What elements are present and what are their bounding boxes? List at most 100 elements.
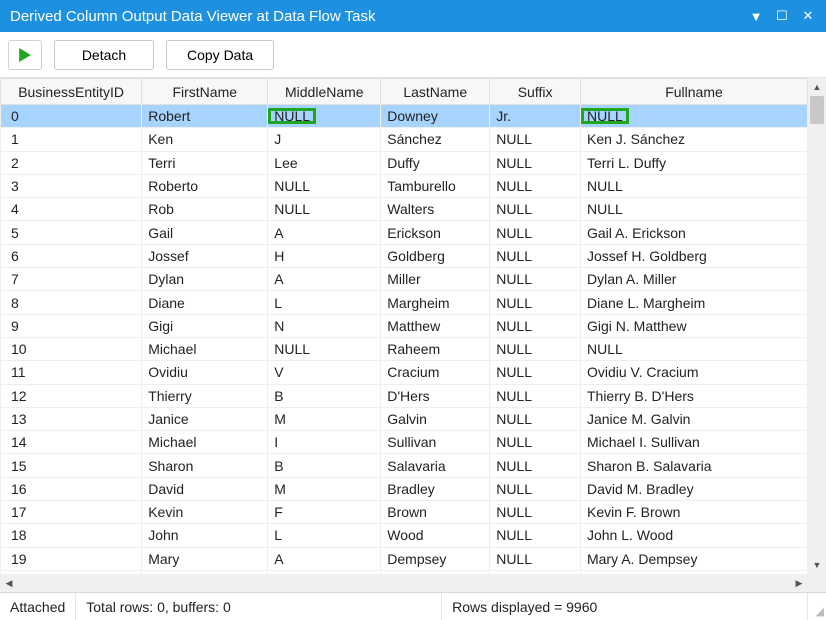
table-row[interactable]: 0RobertNULLDowneyJr.NULL xyxy=(1,105,808,128)
table-row[interactable]: 3RobertoNULLTamburelloNULLNULL xyxy=(1,174,808,197)
cell[interactable]: Bradley xyxy=(381,477,490,500)
cell[interactable]: NULL xyxy=(490,151,581,174)
cell[interactable]: Raheem xyxy=(381,337,490,360)
cell[interactable]: Downey xyxy=(381,105,490,128)
cell[interactable]: 13 xyxy=(1,407,142,430)
table-row[interactable]: 20WanidaMBenshoofNULLWanida M. Benshoof xyxy=(1,570,808,574)
table-row[interactable]: 5GailAEricksonNULLGail A. Erickson xyxy=(1,221,808,244)
cell[interactable]: Diane L. Margheim xyxy=(580,291,807,314)
resize-grip-icon[interactable]: ◢ xyxy=(808,593,826,620)
cell[interactable]: NULL xyxy=(490,244,581,267)
cell[interactable]: Galvin xyxy=(381,407,490,430)
cell[interactable]: Walters xyxy=(381,198,490,221)
column-header[interactable]: Suffix xyxy=(490,79,581,105)
scroll-track[interactable] xyxy=(808,96,826,556)
cell[interactable]: David xyxy=(142,477,268,500)
cell[interactable]: 1 xyxy=(1,128,142,151)
table-row[interactable]: 19MaryADempseyNULLMary A. Dempsey xyxy=(1,547,808,570)
cell[interactable]: NULL xyxy=(580,198,807,221)
cell[interactable]: NULL xyxy=(268,105,381,128)
cell[interactable]: 18 xyxy=(1,524,142,547)
cell[interactable]: B xyxy=(268,454,381,477)
table-row[interactable]: 14MichaelISullivanNULLMichael I. Sulliva… xyxy=(1,431,808,454)
cell[interactable]: Robert xyxy=(142,105,268,128)
cell[interactable]: M xyxy=(268,570,381,574)
cell[interactable]: Rob xyxy=(142,198,268,221)
cell[interactable]: 0 xyxy=(1,105,142,128)
cell[interactable]: David M. Bradley xyxy=(580,477,807,500)
cell[interactable]: Michael xyxy=(142,431,268,454)
table-row[interactable]: 6JossefHGoldbergNULLJossef H. Goldberg xyxy=(1,244,808,267)
data-grid[interactable]: BusinessEntityIDFirstNameMiddleNameLastN… xyxy=(0,78,808,574)
cell[interactable]: Lee xyxy=(268,151,381,174)
scroll-thumb[interactable] xyxy=(810,96,824,124)
table-row[interactable]: 8DianeLMargheimNULLDiane L. Margheim xyxy=(1,291,808,314)
scroll-left-icon[interactable]: ◀ xyxy=(0,574,18,592)
cell[interactable]: Wanida M. Benshoof xyxy=(580,570,807,574)
cell[interactable]: NULL xyxy=(580,174,807,197)
cell[interactable]: NULL xyxy=(490,524,581,547)
cell[interactable]: 3 xyxy=(1,174,142,197)
column-header[interactable]: FirstName xyxy=(142,79,268,105)
cell[interactable]: F xyxy=(268,501,381,524)
cell[interactable]: Margheim xyxy=(381,291,490,314)
cell[interactable]: A xyxy=(268,547,381,570)
cell[interactable]: Gigi N. Matthew xyxy=(580,314,807,337)
cell[interactable]: NULL xyxy=(490,384,581,407)
cell[interactable]: NULL xyxy=(490,454,581,477)
table-row[interactable]: 13JaniceMGalvinNULLJanice M. Galvin xyxy=(1,407,808,430)
cell[interactable]: Dempsey xyxy=(381,547,490,570)
column-header[interactable]: Fullname xyxy=(580,79,807,105)
vertical-scrollbar[interactable]: ▲ ▼ xyxy=(808,78,826,574)
cell[interactable]: 2 xyxy=(1,151,142,174)
scroll-down-icon[interactable]: ▼ xyxy=(808,556,826,574)
cell[interactable]: V xyxy=(268,361,381,384)
cell[interactable]: Ken xyxy=(142,128,268,151)
table-row[interactable]: 18JohnLWoodNULLJohn L. Wood xyxy=(1,524,808,547)
cell[interactable]: J xyxy=(268,128,381,151)
cell[interactable]: 16 xyxy=(1,477,142,500)
cell[interactable]: Cracium xyxy=(381,361,490,384)
cell[interactable]: Kevin xyxy=(142,501,268,524)
cell[interactable]: 14 xyxy=(1,431,142,454)
cell[interactable]: Ovidiu V. Cracium xyxy=(580,361,807,384)
cell[interactable]: NULL xyxy=(490,361,581,384)
cell[interactable]: NULL xyxy=(490,291,581,314)
horizontal-scrollbar[interactable]: ◀ ▶ xyxy=(0,574,826,592)
detach-button[interactable]: Detach xyxy=(54,40,154,70)
table-row[interactable]: 17KevinFBrownNULLKevin F. Brown xyxy=(1,501,808,524)
cell[interactable]: NULL xyxy=(490,198,581,221)
cell[interactable]: NULL xyxy=(490,337,581,360)
column-header[interactable]: LastName xyxy=(381,79,490,105)
cell[interactable]: NULL xyxy=(490,477,581,500)
cell[interactable]: 12 xyxy=(1,384,142,407)
cell[interactable]: 7 xyxy=(1,268,142,291)
cell[interactable]: Janice M. Galvin xyxy=(580,407,807,430)
scroll-up-icon[interactable]: ▲ xyxy=(808,78,826,96)
column-header[interactable]: BusinessEntityID xyxy=(1,79,142,105)
cell[interactable]: L xyxy=(268,291,381,314)
table-row[interactable]: 12ThierryBD'HersNULLThierry B. D'Hers xyxy=(1,384,808,407)
cell[interactable]: Brown xyxy=(381,501,490,524)
cell[interactable]: 17 xyxy=(1,501,142,524)
cell[interactable]: 9 xyxy=(1,314,142,337)
cell[interactable]: 8 xyxy=(1,291,142,314)
cell[interactable]: Janice xyxy=(142,407,268,430)
cell[interactable]: Wood xyxy=(381,524,490,547)
cell[interactable]: NULL xyxy=(490,570,581,574)
cell[interactable]: Goldberg xyxy=(381,244,490,267)
cell[interactable]: 5 xyxy=(1,221,142,244)
cell[interactable]: NULL xyxy=(490,268,581,291)
cell[interactable]: NULL xyxy=(490,407,581,430)
table-row[interactable]: 1KenJSánchezNULLKen J. Sánchez xyxy=(1,128,808,151)
cell[interactable]: Thierry B. D'Hers xyxy=(580,384,807,407)
cell[interactable]: Jossef H. Goldberg xyxy=(580,244,807,267)
cell[interactable]: NULL xyxy=(580,105,807,128)
cell[interactable]: Dylan xyxy=(142,268,268,291)
table-row[interactable]: 9GigiNMatthewNULLGigi N. Matthew xyxy=(1,314,808,337)
cell[interactable]: Diane xyxy=(142,291,268,314)
cell[interactable]: NULL xyxy=(490,501,581,524)
cell[interactable]: John L. Wood xyxy=(580,524,807,547)
cell[interactable]: L xyxy=(268,524,381,547)
cell[interactable]: Duffy xyxy=(381,151,490,174)
